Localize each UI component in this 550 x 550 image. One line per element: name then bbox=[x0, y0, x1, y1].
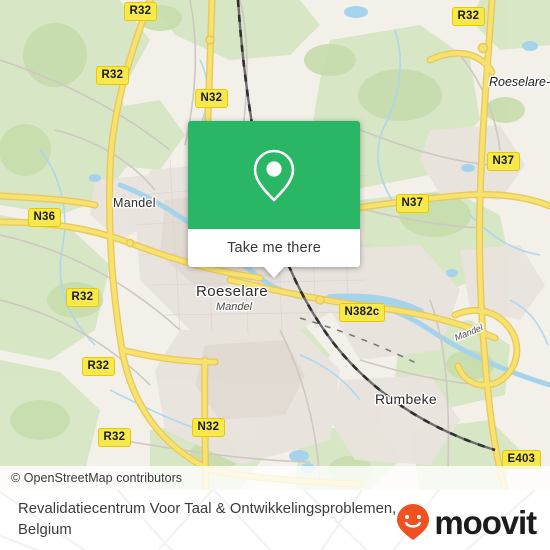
road-shield-n37: N37 bbox=[487, 152, 520, 171]
place-popup-card[interactable]: Take me there bbox=[188, 121, 360, 278]
osm-attribution-text: © OpenStreetMap contributors bbox=[11, 471, 183, 485]
road-shield-r32: R32 bbox=[66, 288, 99, 307]
road-shield-r32: R32 bbox=[124, 2, 157, 21]
map-canvas[interactable]: Roeselare Rumbeke Mandel Mandel Mandel R… bbox=[0, 0, 550, 490]
road-shield-r32: R32 bbox=[452, 7, 485, 26]
take-me-there-label: Take me there bbox=[227, 240, 321, 256]
road-shield-n32: N32 bbox=[192, 418, 225, 437]
screenshot-root: Roeselare Rumbeke Mandel Mandel Mandel R… bbox=[0, 0, 550, 550]
place-title: Revalidatiecentrum Voor Taal & Ontwikkel… bbox=[18, 501, 397, 538]
road-shield-n36: N36 bbox=[28, 208, 61, 227]
road-shield-n37: N37 bbox=[396, 194, 429, 213]
road-shield-r32: R32 bbox=[98, 428, 131, 447]
moovit-wordmark: moovit bbox=[434, 503, 537, 541]
osm-attribution-bar: © OpenStreetMap contributors bbox=[0, 466, 550, 490]
road-shield-n382c: N382c bbox=[339, 303, 385, 322]
road-shield-r32: R32 bbox=[82, 357, 115, 376]
moovit-pin-icon bbox=[397, 504, 430, 540]
bottom-info-bar: Revalidatiecentrum Voor Taal & Ontwikkel… bbox=[0, 490, 550, 550]
road-shield-n32: N32 bbox=[195, 89, 228, 108]
popup-header bbox=[188, 121, 360, 229]
moovit-logo: moovit bbox=[396, 503, 537, 541]
road-shield-r32: R32 bbox=[96, 66, 129, 85]
map-pin-icon bbox=[253, 149, 295, 201]
popup-pointer bbox=[264, 267, 284, 278]
take-me-there-button[interactable]: Take me there bbox=[188, 229, 360, 267]
